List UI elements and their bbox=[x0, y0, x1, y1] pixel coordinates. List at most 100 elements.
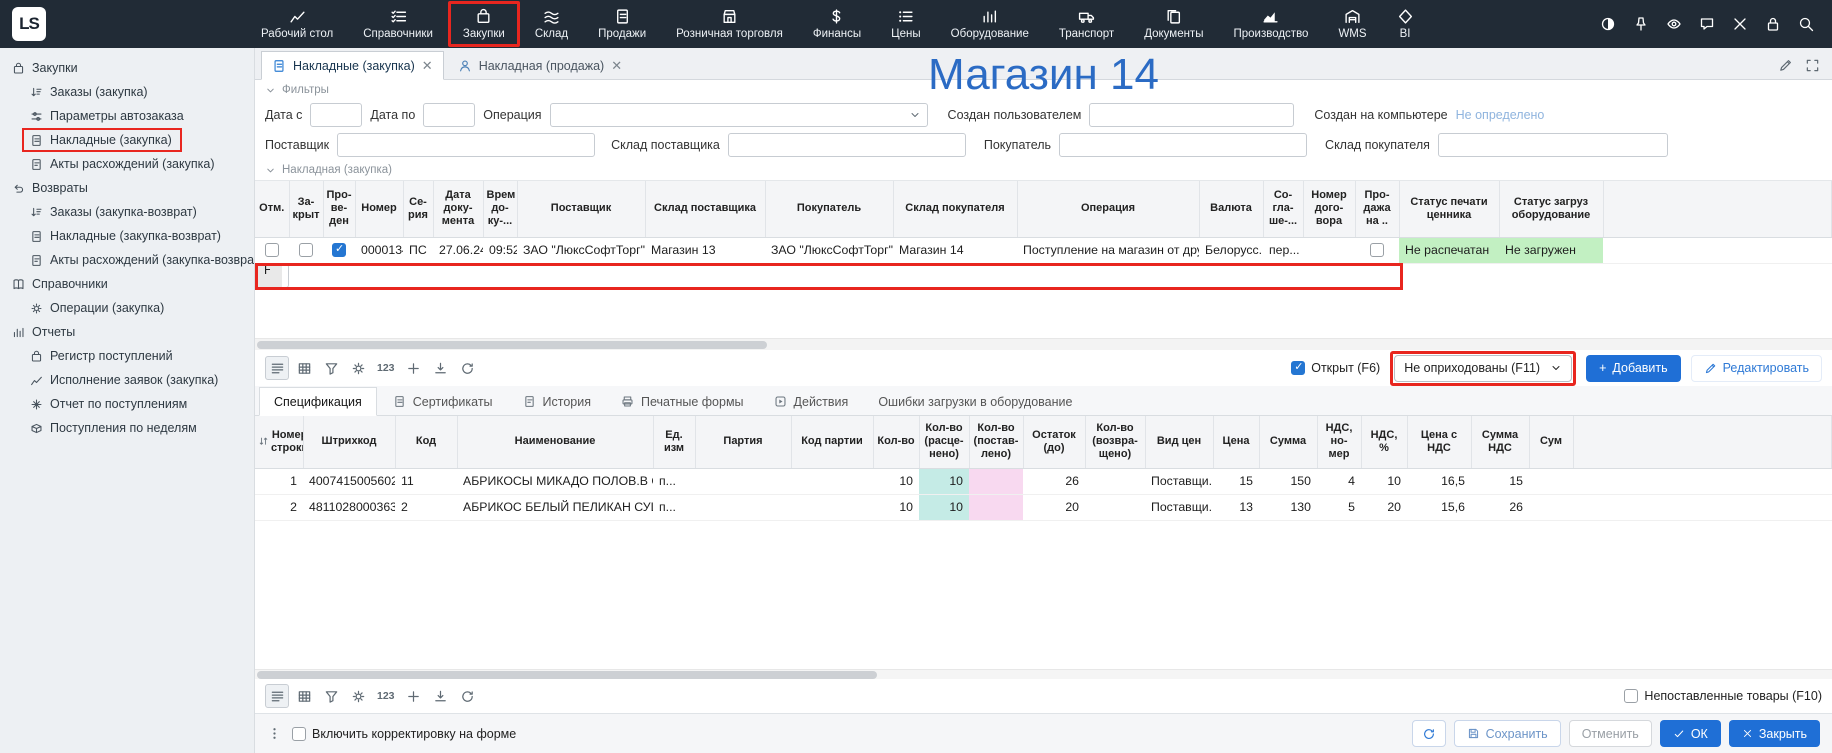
save-button[interactable]: Сохранить bbox=[1454, 720, 1561, 747]
sort-icon[interactable] bbox=[258, 436, 269, 447]
refresh-icon[interactable] bbox=[456, 356, 480, 380]
cancel-button[interactable]: Отменить bbox=[1569, 720, 1652, 747]
pin-icon[interactable] bbox=[1633, 16, 1649, 32]
nav-item-references[interactable]: Справочники bbox=[348, 1, 448, 47]
tab-nakladnye-zakupka[interactable]: Накладные (закупка) ✕ bbox=[261, 51, 444, 80]
sidebar-item-operacii-zakupka[interactable]: Операции (закупка) bbox=[22, 296, 174, 320]
column-header-cena-s-nds[interactable]: Цена с НДС bbox=[1407, 416, 1471, 468]
scrollbar-thumb[interactable] bbox=[257, 671, 877, 679]
closed-checkbox[interactable] bbox=[299, 243, 313, 257]
adjust-checkbox-label[interactable]: Включить корректировку на форме bbox=[292, 727, 516, 741]
column-header-ed-izm[interactable]: Ед. изм bbox=[653, 416, 695, 468]
sidebar-item-otchet-po-postupleniyam[interactable]: Отчет по поступлениям bbox=[22, 392, 197, 416]
column-header-postavshchik[interactable]: Поставщик bbox=[517, 181, 645, 237]
nav-item-sales[interactable]: Продажи bbox=[583, 1, 661, 47]
settings-gear-icon[interactable] bbox=[346, 684, 370, 708]
sidebar-item-nakladnye-zakupka-vozvrat[interactable]: Накладные (закупка-возврат) bbox=[22, 224, 231, 248]
buyer-input[interactable] bbox=[1059, 133, 1307, 157]
nav-item-production[interactable]: Производство bbox=[1218, 1, 1323, 47]
settings-gear-icon[interactable] bbox=[346, 356, 370, 380]
invoice-row[interactable]: 0000134 ПС 27.06.24 09:52 ЗАО "ЛюксСофтТ… bbox=[255, 237, 1832, 263]
nav-item-warehouse[interactable]: Склад bbox=[520, 1, 583, 47]
supplier-input[interactable] bbox=[337, 133, 595, 157]
tab-close-icon[interactable]: ✕ bbox=[422, 58, 433, 74]
sidebar-group-vozvraty[interactable]: Возвраты bbox=[4, 176, 98, 200]
mark-checkbox[interactable] bbox=[265, 243, 279, 257]
column-header-summa[interactable]: Сумма bbox=[1259, 416, 1317, 468]
tab-dejstviya[interactable]: Действия bbox=[760, 387, 863, 416]
date-to-input[interactable] bbox=[423, 103, 475, 127]
sidebar-item-zakazy-zakupka[interactable]: Заказы (закупка) bbox=[22, 80, 158, 104]
column-header-kolvo-postavleno[interactable]: Кол-во (постав-лено) bbox=[969, 416, 1023, 468]
lock-icon[interactable] bbox=[1765, 16, 1781, 32]
sidebar-item-parametry-avtozakaza[interactable]: Параметры автозаказа bbox=[22, 104, 194, 128]
sidebar-item-nakladnye-zakupka[interactable]: Накладные (закупка) bbox=[22, 128, 182, 152]
download-icon[interactable] bbox=[429, 684, 453, 708]
column-header-pokupatel[interactable]: Покупатель bbox=[765, 181, 893, 237]
view-list-icon[interactable] bbox=[265, 356, 289, 380]
open-filter-checkbox[interactable] bbox=[1291, 361, 1305, 375]
column-header-status-pechati[interactable]: Статус печати ценника bbox=[1399, 181, 1499, 237]
numbering-icon[interactable]: 123 bbox=[373, 690, 399, 702]
column-header-kod-partii[interactable]: Код партии bbox=[791, 416, 873, 468]
column-header-nomer-dogovora[interactable]: Номер дого-вора bbox=[1303, 181, 1355, 237]
date-from-input[interactable] bbox=[310, 103, 362, 127]
horizontal-scrollbar[interactable] bbox=[255, 669, 1832, 679]
tools-icon[interactable] bbox=[1732, 16, 1748, 32]
sale-checkbox[interactable] bbox=[1370, 243, 1384, 257]
close-button[interactable]: Закрыть bbox=[1729, 720, 1820, 747]
column-header-sklad-postavshchika[interactable]: Склад поставщика bbox=[645, 181, 765, 237]
created-on-value-link[interactable]: Не определено bbox=[1456, 108, 1545, 122]
column-header-ostatok-do[interactable]: Остаток (до) bbox=[1023, 416, 1085, 468]
horizontal-scrollbar[interactable] bbox=[255, 338, 1832, 350]
open-filter-checkbox-label[interactable]: Открыт (F6) bbox=[1291, 361, 1380, 375]
add-button[interactable]: + Добавить bbox=[1586, 355, 1681, 382]
column-header-valyuta[interactable]: Валюта bbox=[1199, 181, 1263, 237]
numbering-icon[interactable]: 123 bbox=[373, 362, 399, 374]
buyer-warehouse-input[interactable] bbox=[1438, 133, 1668, 157]
invoice-row-selected[interactable]: 00136 ПС 07.10.24 14:26 ЗАО "ЛюксСофтТор… bbox=[255, 264, 289, 288]
sidebar-group-zakupki[interactable]: Закупки bbox=[4, 56, 88, 80]
column-header-nds-nomer[interactable]: НДС, но-мер bbox=[1317, 416, 1361, 468]
fullscreen-icon[interactable] bbox=[1805, 58, 1820, 73]
column-header-kolvo-rasceneno[interactable]: Кол-во (расце-нено) bbox=[919, 416, 969, 468]
sidebar-item-zakazy-zakupka-vozvrat[interactable]: Заказы (закупка-возврат) bbox=[22, 200, 207, 224]
tab-specifikaciya[interactable]: Спецификация bbox=[259, 387, 377, 416]
sidebar-group-spravochniki[interactable]: Справочники bbox=[4, 272, 118, 296]
table-view-icon[interactable] bbox=[292, 356, 316, 380]
kebab-menu-icon[interactable] bbox=[267, 726, 282, 741]
tab-close-icon[interactable]: ✕ bbox=[611, 58, 622, 74]
adjust-checkbox[interactable] bbox=[292, 727, 306, 741]
edit-button[interactable]: Редактировать bbox=[1691, 355, 1822, 382]
column-header-sklad-pokupatelya[interactable]: Склад покупателя bbox=[893, 181, 1017, 237]
nav-item-dashboard[interactable]: Рабочий стол bbox=[246, 1, 348, 47]
refresh-button[interactable] bbox=[1412, 720, 1446, 747]
column-header-vid-cen[interactable]: Вид цен bbox=[1145, 416, 1213, 468]
app-logo[interactable]: LS bbox=[12, 7, 46, 41]
undelivered-checkbox-label[interactable]: Непоставленные товары (F10) bbox=[1624, 689, 1822, 703]
supplier-warehouse-input[interactable] bbox=[728, 133, 966, 157]
refresh-icon[interactable] bbox=[456, 684, 480, 708]
column-header-summa-nds[interactable]: Сумма НДС bbox=[1471, 416, 1529, 468]
column-header-shtrihkod[interactable]: Штрихкод bbox=[303, 416, 395, 468]
nav-item-wms[interactable]: WMS bbox=[1323, 1, 1381, 47]
tab-pechatnye-formy[interactable]: Печатные формы bbox=[607, 387, 758, 416]
posted-checkbox[interactable] bbox=[332, 243, 346, 257]
column-header-nds-procent[interactable]: НДС, % bbox=[1361, 416, 1407, 468]
nav-item-prices[interactable]: Цены bbox=[876, 1, 936, 47]
column-header-kolvo[interactable]: Кол-во bbox=[873, 416, 919, 468]
spec-row[interactable]: 2 4811028000363 2 АБРИКОС БЕЛЫЙ ПЕЛИКАН … bbox=[255, 494, 1832, 520]
column-header-kolvo-vozvrashcheno[interactable]: Кол-во (возвра-щено) bbox=[1085, 416, 1145, 468]
column-header-status-zagruzki[interactable]: Статус загруз оборудование bbox=[1499, 181, 1603, 237]
nav-item-transport[interactable]: Транспорт bbox=[1044, 1, 1129, 47]
tab-istoriya[interactable]: История bbox=[509, 387, 605, 416]
column-header-nomer[interactable]: Номер bbox=[355, 181, 403, 237]
sidebar-item-ispolnenie-zayavok[interactable]: Исполнение заявок (закупка) bbox=[22, 368, 228, 392]
column-header-prodazha[interactable]: Про-дажа на .. bbox=[1355, 181, 1399, 237]
nav-item-bi[interactable]: BI bbox=[1382, 1, 1429, 47]
download-icon[interactable] bbox=[429, 356, 453, 380]
status-filter-dropdown[interactable]: Не оприходованы (F11) bbox=[1394, 355, 1572, 382]
invoice-section-header[interactable]: Накладная (закупка) bbox=[255, 160, 1832, 180]
operation-select[interactable] bbox=[550, 103, 928, 127]
column-header-operaciya[interactable]: Операция bbox=[1017, 181, 1199, 237]
